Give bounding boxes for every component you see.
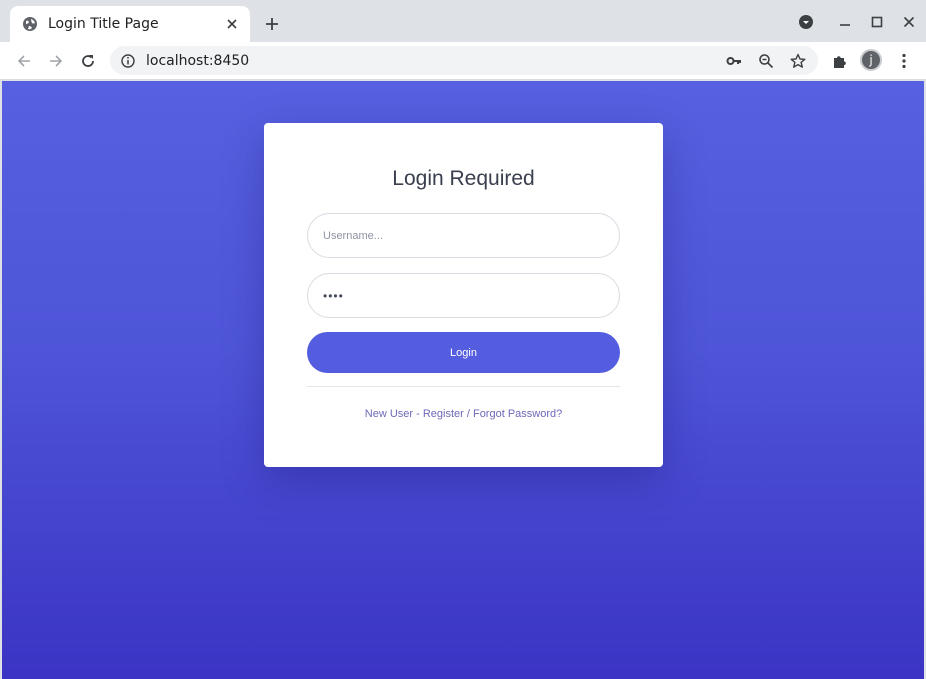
info-icon[interactable] <box>120 53 136 69</box>
auth-links: New User - Register / Forgot Password? <box>264 408 663 420</box>
star-icon[interactable] <box>788 51 808 71</box>
tab-title: Login Title Page <box>48 16 159 32</box>
browser-tab[interactable]: Login Title Page <box>10 6 250 42</box>
window-close-icon[interactable] <box>900 13 918 31</box>
url-text: localhost:8450 <box>146 52 250 69</box>
plus-icon[interactable] <box>262 14 282 34</box>
page-title: Login Required <box>392 167 535 190</box>
close-icon[interactable] <box>224 16 240 32</box>
password-value: •••• <box>323 288 344 303</box>
profile-dropdown-icon[interactable] <box>797 13 815 31</box>
tab-strip: Login Title Page <box>0 0 926 42</box>
forward-icon[interactable] <box>46 51 66 71</box>
password-input[interactable]: •••• <box>307 273 620 318</box>
key-icon[interactable] <box>724 51 744 71</box>
kebab-menu-icon[interactable] <box>894 51 914 71</box>
divider <box>307 386 620 387</box>
login-card: Login Required Username... •••• Login Ne… <box>264 123 663 467</box>
maximize-icon[interactable] <box>868 13 886 31</box>
back-icon[interactable] <box>14 51 34 71</box>
username-input[interactable]: Username... <box>307 213 620 258</box>
globe-icon <box>22 16 38 32</box>
address-bar[interactable]: localhost:8450 <box>110 46 818 75</box>
profile-avatar[interactable]: j <box>860 49 882 71</box>
page-background: Login Required Username... •••• Login Ne… <box>2 81 924 679</box>
zoom-icon[interactable] <box>756 51 776 71</box>
reload-icon[interactable] <box>78 51 98 71</box>
minimize-icon[interactable] <box>836 13 854 31</box>
link-separator: / <box>463 408 473 420</box>
register-link[interactable]: New User - Register <box>365 408 464 420</box>
puzzle-icon[interactable] <box>830 51 850 71</box>
login-button[interactable]: Login <box>307 332 620 373</box>
forgot-password-link[interactable]: Forgot Password? <box>473 408 562 420</box>
browser-toolbar: localhost:8450 j <box>0 42 926 80</box>
username-placeholder: Username... <box>323 229 383 242</box>
